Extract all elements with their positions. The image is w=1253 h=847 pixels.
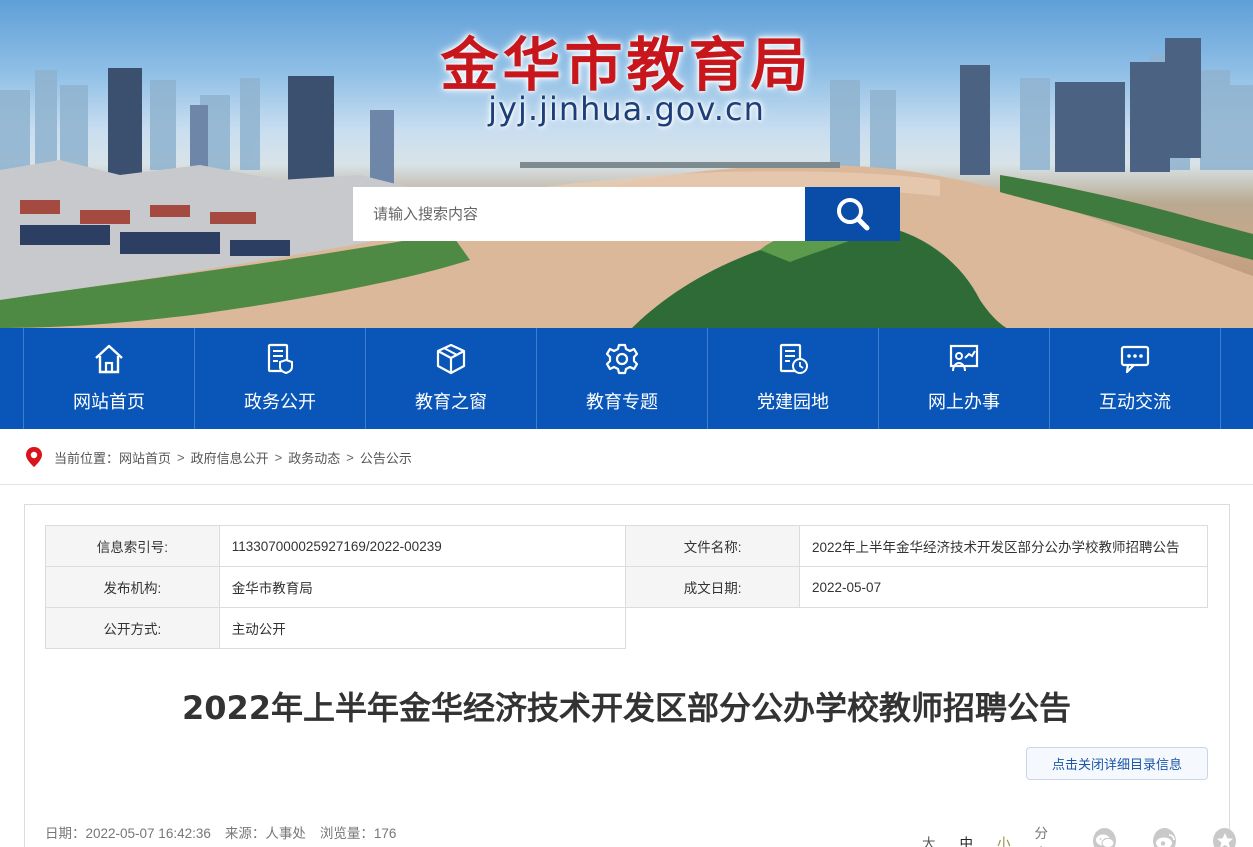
- site-domain: jyj.jinhua.gov.cn: [488, 90, 765, 128]
- search-input[interactable]: [353, 187, 805, 241]
- breadcrumb-link-gov-info[interactable]: 政府信息公开: [191, 448, 269, 467]
- font-size-controls: 大 中 小 分享：: [922, 822, 1253, 847]
- share-favorite-button[interactable]: [1213, 828, 1237, 847]
- toggle-catalog-button[interactable]: 点击关闭详细目录信息: [1026, 747, 1208, 780]
- source: 来源：人事处: [225, 822, 306, 842]
- breadcrumb-separator: >: [346, 449, 354, 465]
- nav-label: 教育之窗: [415, 392, 487, 413]
- nav-item-interaction[interactable]: 互动交流: [1050, 328, 1221, 429]
- date-value: 2022-05-07: [799, 566, 1208, 608]
- share-wechat-button[interactable]: [1093, 828, 1117, 847]
- nav-label: 网上办事: [928, 392, 1000, 413]
- breadcrumb-link-home[interactable]: 网站首页: [119, 448, 171, 467]
- file-name-label: 文件名称:: [625, 525, 801, 567]
- main-nav: 网站首页 政务公开 教育之窗 教育专题 党建园地 网上办事 互动交流: [0, 328, 1253, 429]
- font-size-medium[interactable]: 中: [960, 832, 974, 847]
- share-weibo-button[interactable]: [1153, 828, 1177, 847]
- font-size-small[interactable]: 小: [997, 832, 1011, 847]
- article-info: 日期：2022-05-07 16:42:36 来源：人事处 浏览量：176: [45, 822, 396, 842]
- disclosure-value: 主动公开: [218, 607, 627, 649]
- publish-date-value: 2022-05-07 16:42:36: [85, 826, 211, 841]
- source-label: 来源：: [224, 826, 266, 841]
- location-pin-icon: [26, 447, 42, 467]
- nav-item-education-topics[interactable]: 教育专题: [537, 328, 708, 429]
- view-count-label: 浏览量：: [319, 826, 374, 841]
- breadcrumb-link-news[interactable]: 政务动态: [288, 448, 340, 467]
- header-banner: 金华市教育局 jyj.jinhua.gov.cn: [0, 0, 1253, 328]
- nav-item-government[interactable]: 政务公开: [195, 328, 366, 429]
- nav-item-online-service[interactable]: 网上办事: [879, 328, 1050, 429]
- document-clock-icon: [779, 343, 808, 374]
- article-title: 2022年上半年金华经济技术开发区部分公办学校教师招聘公告: [181, 689, 1072, 727]
- date-label: 成文日期:: [625, 566, 801, 608]
- breadcrumb: 当前位置： 网站首页 > 政府信息公开 > 政务动态 > 公告公示: [24, 445, 412, 469]
- nav-label: 互动交流: [1099, 392, 1171, 413]
- document-shield-icon: [267, 343, 293, 375]
- home-icon: [95, 344, 123, 374]
- search-bar: [353, 187, 900, 241]
- disclosure-label: 公开方式:: [45, 607, 220, 649]
- search-button[interactable]: [805, 187, 900, 241]
- nav-item-education-window[interactable]: 教育之窗: [366, 328, 537, 429]
- file-name-value: 2022年上半年金华经济技术开发区部分公办学校教师招聘公告: [812, 540, 1180, 555]
- weibo-icon: [1155, 834, 1175, 847]
- nav-item-home[interactable]: 网站首页: [24, 328, 195, 429]
- nav-label: 政务公开: [244, 392, 316, 413]
- view-count: 浏览量：176: [320, 822, 397, 842]
- empty-cell: [625, 607, 1208, 649]
- box-icon: [436, 343, 466, 375]
- index-no-value: 113307000025927169/2022-00239: [218, 525, 627, 567]
- view-count-value: 176: [373, 826, 397, 841]
- gear-icon: [605, 343, 639, 375]
- breadcrumb-divider: [0, 484, 1253, 485]
- publish-date: 日期：2022-05-07 16:42:36: [45, 822, 211, 842]
- source-value: 人事处: [265, 826, 306, 841]
- nav-label: 教育专题: [586, 392, 658, 413]
- publisher-value: 金华市教育局: [218, 566, 627, 608]
- breadcrumb-separator: >: [177, 449, 185, 465]
- breadcrumb-prefix: 当前位置：: [54, 450, 120, 466]
- breadcrumb-separator: >: [274, 449, 283, 465]
- nav-item-party-building[interactable]: 党建园地: [708, 328, 879, 429]
- search-icon: [836, 198, 869, 231]
- chat-icon: [1120, 345, 1150, 374]
- publisher-label: 发布机构:: [45, 566, 220, 608]
- publish-date-label: 日期：: [45, 826, 86, 841]
- wechat-icon: [1095, 834, 1115, 847]
- nav-label: 网站首页: [73, 392, 145, 413]
- star-icon: [1216, 833, 1233, 847]
- index-no-label: 信息索引号:: [45, 525, 220, 567]
- nav-label: 党建园地: [757, 392, 829, 413]
- file-name-cell: 2022年上半年金华经济技术开发区部分公办学校教师招聘公告: [799, 525, 1208, 567]
- breadcrumb-link-notices[interactable]: 公告公示: [360, 448, 412, 467]
- nav-left-edge: [0, 328, 24, 429]
- user-chart-icon: [949, 344, 979, 372]
- share-label: 分享：: [1034, 826, 1062, 847]
- metadata-table: 信息索引号: 113307000025927169/2022-00239 文件名…: [45, 525, 1208, 649]
- font-size-large[interactable]: 大: [922, 832, 936, 847]
